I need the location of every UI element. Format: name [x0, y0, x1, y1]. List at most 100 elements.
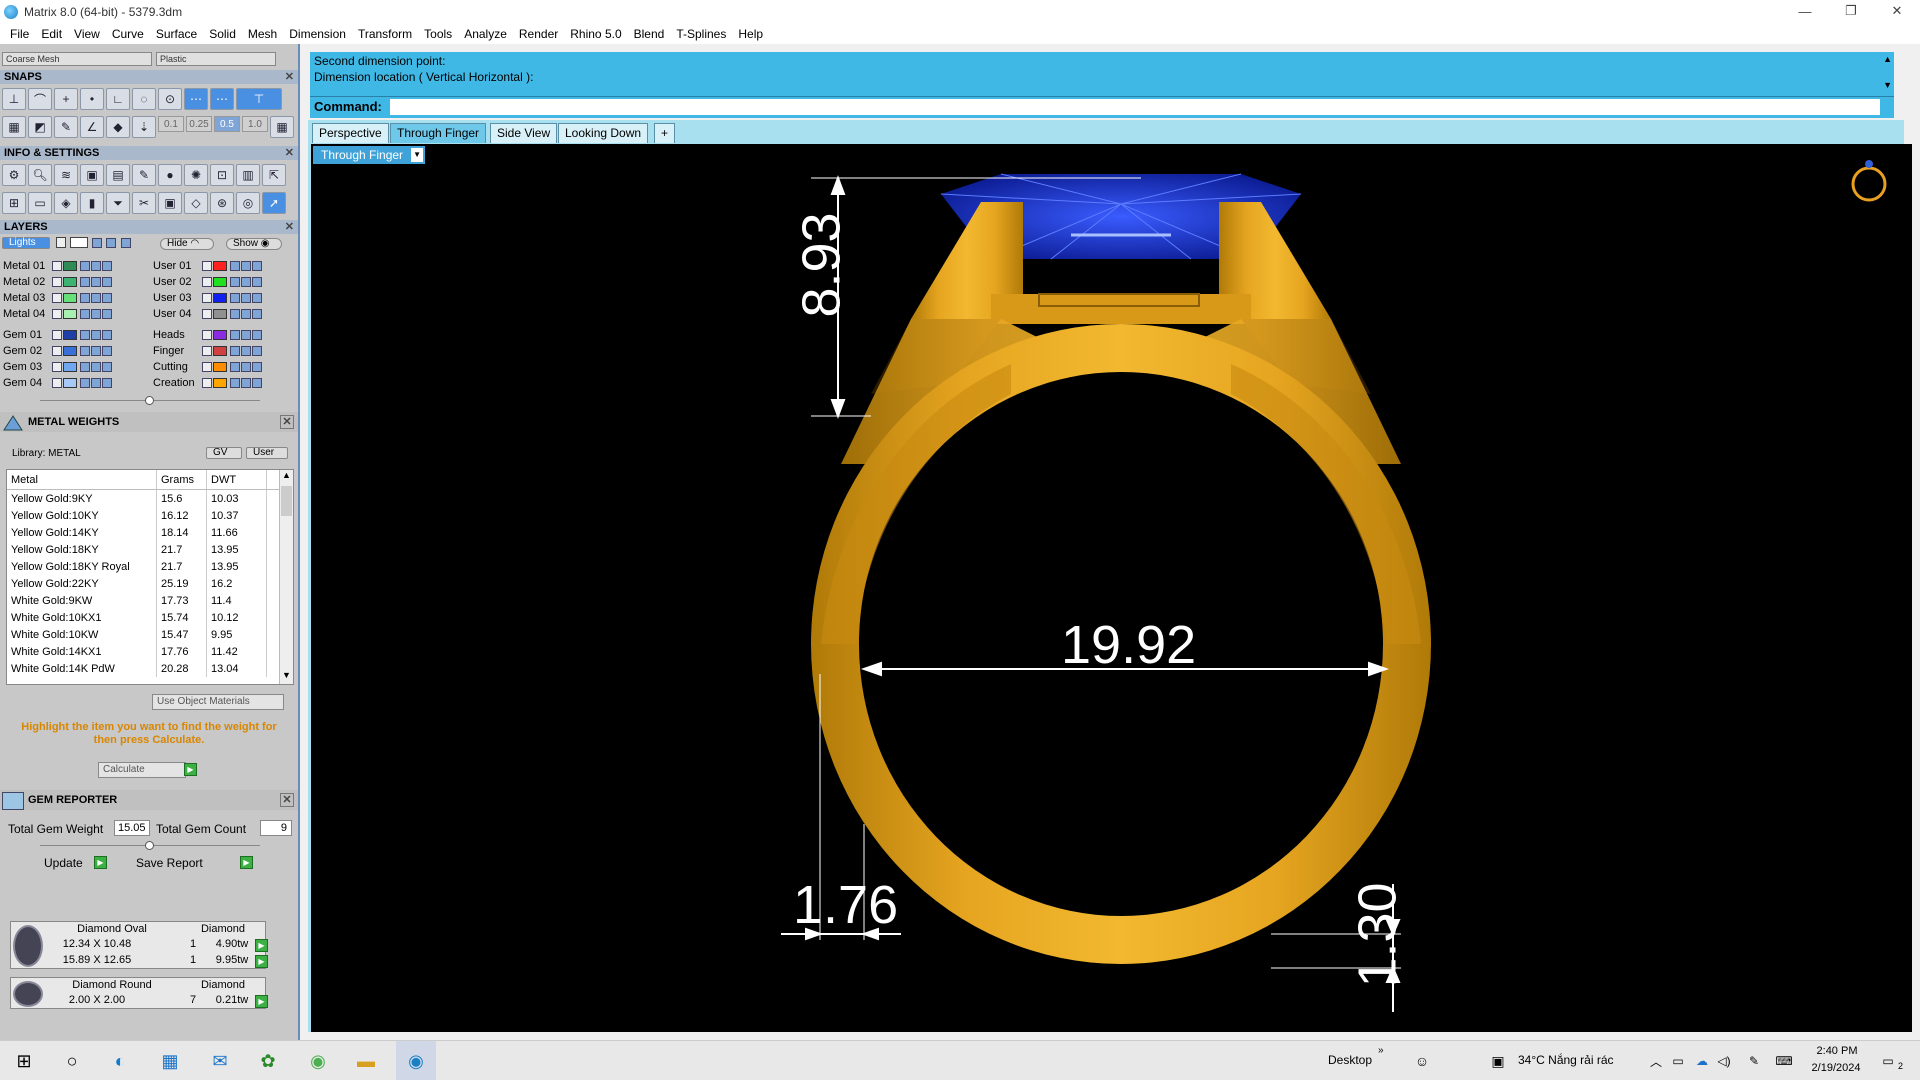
windows-start-icon[interactable]: ⊞ [12, 1049, 36, 1073]
layer-row[interactable]: Metal 04 [0, 306, 113, 321]
select-icon[interactable] [252, 308, 262, 319]
snap-near-icon[interactable]: ⌒ [28, 88, 52, 110]
select-icon[interactable] [252, 260, 262, 271]
menu-curve[interactable]: Curve [106, 27, 150, 41]
tab-side-view[interactable]: Side View [490, 123, 558, 143]
prism-icon[interactable]: ▮ [80, 192, 104, 214]
menu-rhino[interactable]: Rhino 5.0 [564, 27, 627, 41]
table-row[interactable]: Yellow Gold:9KY 15.6 10.03 [7, 490, 293, 507]
table-row[interactable]: Yellow Gold:22KY 25.19 16.2 [7, 575, 293, 592]
layer-row[interactable]: Metal 01 [0, 258, 113, 273]
document-icon[interactable]: ▤ [106, 164, 130, 186]
layer-color-swatch[interactable] [63, 292, 77, 303]
select-gem-go-icon[interactable]: ▶ [255, 955, 268, 968]
layer-row[interactable]: User 04 [150, 306, 263, 321]
layer-color-swatch[interactable] [213, 345, 227, 356]
expand-icon[interactable] [202, 292, 212, 303]
select-icon[interactable] [252, 292, 262, 303]
calculate-go-icon[interactable]: ▶ [184, 763, 197, 776]
pen-tray-icon[interactable]: ✎ [1742, 1049, 1766, 1073]
minus-icon[interactable]: ▭ [28, 192, 52, 214]
snap-1.0[interactable]: 1.0 [242, 116, 268, 132]
command-input[interactable] [390, 99, 1880, 115]
close-icon[interactable]: ✕ [280, 415, 294, 429]
visible-icon[interactable] [241, 345, 251, 356]
menu-help[interactable]: Help [732, 27, 769, 41]
snap-center-icon[interactable]: ⊙ [158, 88, 182, 110]
select-icon[interactable] [102, 377, 112, 388]
table-row[interactable]: White Gold:14K PdW 20.28 13.04 [7, 660, 293, 677]
snap-end-icon[interactable]: ⊥ [2, 88, 26, 110]
volume-icon[interactable]: ◁) [1712, 1049, 1736, 1073]
notification-icon[interactable]: ▭ [1876, 1049, 1900, 1073]
search-icon[interactable]: ○ [60, 1049, 84, 1073]
desktop-label[interactable]: Desktop [1328, 1053, 1372, 1067]
snap-0.1[interactable]: 0.1 [158, 116, 184, 132]
gem-icon[interactable]: ◇ [184, 192, 208, 214]
layer-row[interactable]: Gem 02 [0, 343, 113, 358]
visible-icon[interactable] [241, 260, 251, 271]
layer-color-swatch[interactable] [63, 345, 77, 356]
expand-icon[interactable] [202, 260, 212, 271]
close-button[interactable]: ✕ [1874, 0, 1920, 22]
menu-solid[interactable]: Solid [203, 27, 242, 41]
collapse-handle-icon[interactable] [145, 396, 154, 405]
lock-icon[interactable] [230, 377, 240, 388]
select-icon[interactable] [252, 329, 262, 340]
visible-icon[interactable] [91, 329, 101, 340]
snap-point-icon[interactable]: • [80, 88, 104, 110]
visible-icon[interactable] [241, 276, 251, 287]
export-icon[interactable]: ⇱ [262, 164, 286, 186]
lights-layer[interactable]: Lights [2, 237, 50, 249]
tab-through-finger[interactable]: Through Finger [390, 123, 487, 143]
layer-row[interactable]: Gem 03 [0, 359, 113, 374]
layer-row[interactable]: User 01 [150, 258, 263, 273]
people-icon[interactable]: ☺ [1410, 1049, 1434, 1073]
select-icon[interactable] [102, 329, 112, 340]
ortho-icon[interactable]: ◩ [28, 116, 52, 138]
settings-icon[interactable]: ⚙ [2, 164, 26, 186]
layer-color-swatch[interactable] [213, 308, 227, 319]
layer-row[interactable]: Metal 03 [0, 290, 113, 305]
select-icon[interactable] [102, 308, 112, 319]
layer-color-swatch[interactable] [213, 292, 227, 303]
snap-0.25[interactable]: 0.25 [186, 116, 212, 132]
lock-icon[interactable] [80, 292, 90, 303]
select-icon[interactable] [252, 276, 262, 287]
save-icon[interactable]: ▣ [158, 192, 182, 214]
lock-icon[interactable] [80, 276, 90, 287]
pointer-icon[interactable]: ➚ [262, 192, 286, 214]
lock-icon[interactable] [80, 361, 90, 372]
select-icon[interactable] [252, 377, 262, 388]
gem-collapse-handle-icon[interactable] [145, 841, 154, 850]
grid-toggle-icon[interactable]: ▦ [270, 116, 294, 138]
edge-icon[interactable]: ◐ [108, 1049, 132, 1073]
expand-icon[interactable] [202, 345, 212, 356]
layer-color-swatch[interactable] [63, 377, 77, 388]
select-icon[interactable] [102, 260, 112, 271]
gv-toggle[interactable]: GV [206, 447, 242, 459]
grid-icon[interactable]: ▦ [2, 116, 26, 138]
scroll-down-icon[interactable]: ▼ [280, 670, 293, 684]
select-icon[interactable] [102, 345, 112, 356]
weather-icon[interactable]: ▣ [1486, 1049, 1510, 1073]
matrix-taskbar-icon[interactable]: ◉ [396, 1041, 436, 1080]
layer-color-swatch[interactable] [213, 276, 227, 287]
select-icon[interactable] [102, 292, 112, 303]
windows-icon[interactable]: ⊞ [2, 192, 26, 214]
tab-looking-down[interactable]: Looking Down [558, 123, 649, 143]
column-header-grams[interactable]: Grams [157, 470, 207, 489]
select-gem-go-icon[interactable]: ▶ [255, 939, 268, 952]
table-row[interactable]: White Gold:9KW 17.73 11.4 [7, 592, 293, 609]
lock-icon[interactable] [230, 276, 240, 287]
lock-icon[interactable] [80, 345, 90, 356]
lock-icon[interactable] [230, 329, 240, 340]
eraser-icon[interactable]: ◆ [106, 116, 130, 138]
visible-icon[interactable] [241, 292, 251, 303]
visible-icon[interactable] [241, 377, 251, 388]
use-object-materials-button[interactable]: Use Object Materials [152, 694, 284, 710]
snap-0.5[interactable]: 0.5 [214, 116, 240, 132]
lock-icon[interactable] [80, 329, 90, 340]
keyboard-icon[interactable]: ⌨ [1772, 1049, 1796, 1073]
calculate-button[interactable]: Calculate [98, 762, 186, 778]
